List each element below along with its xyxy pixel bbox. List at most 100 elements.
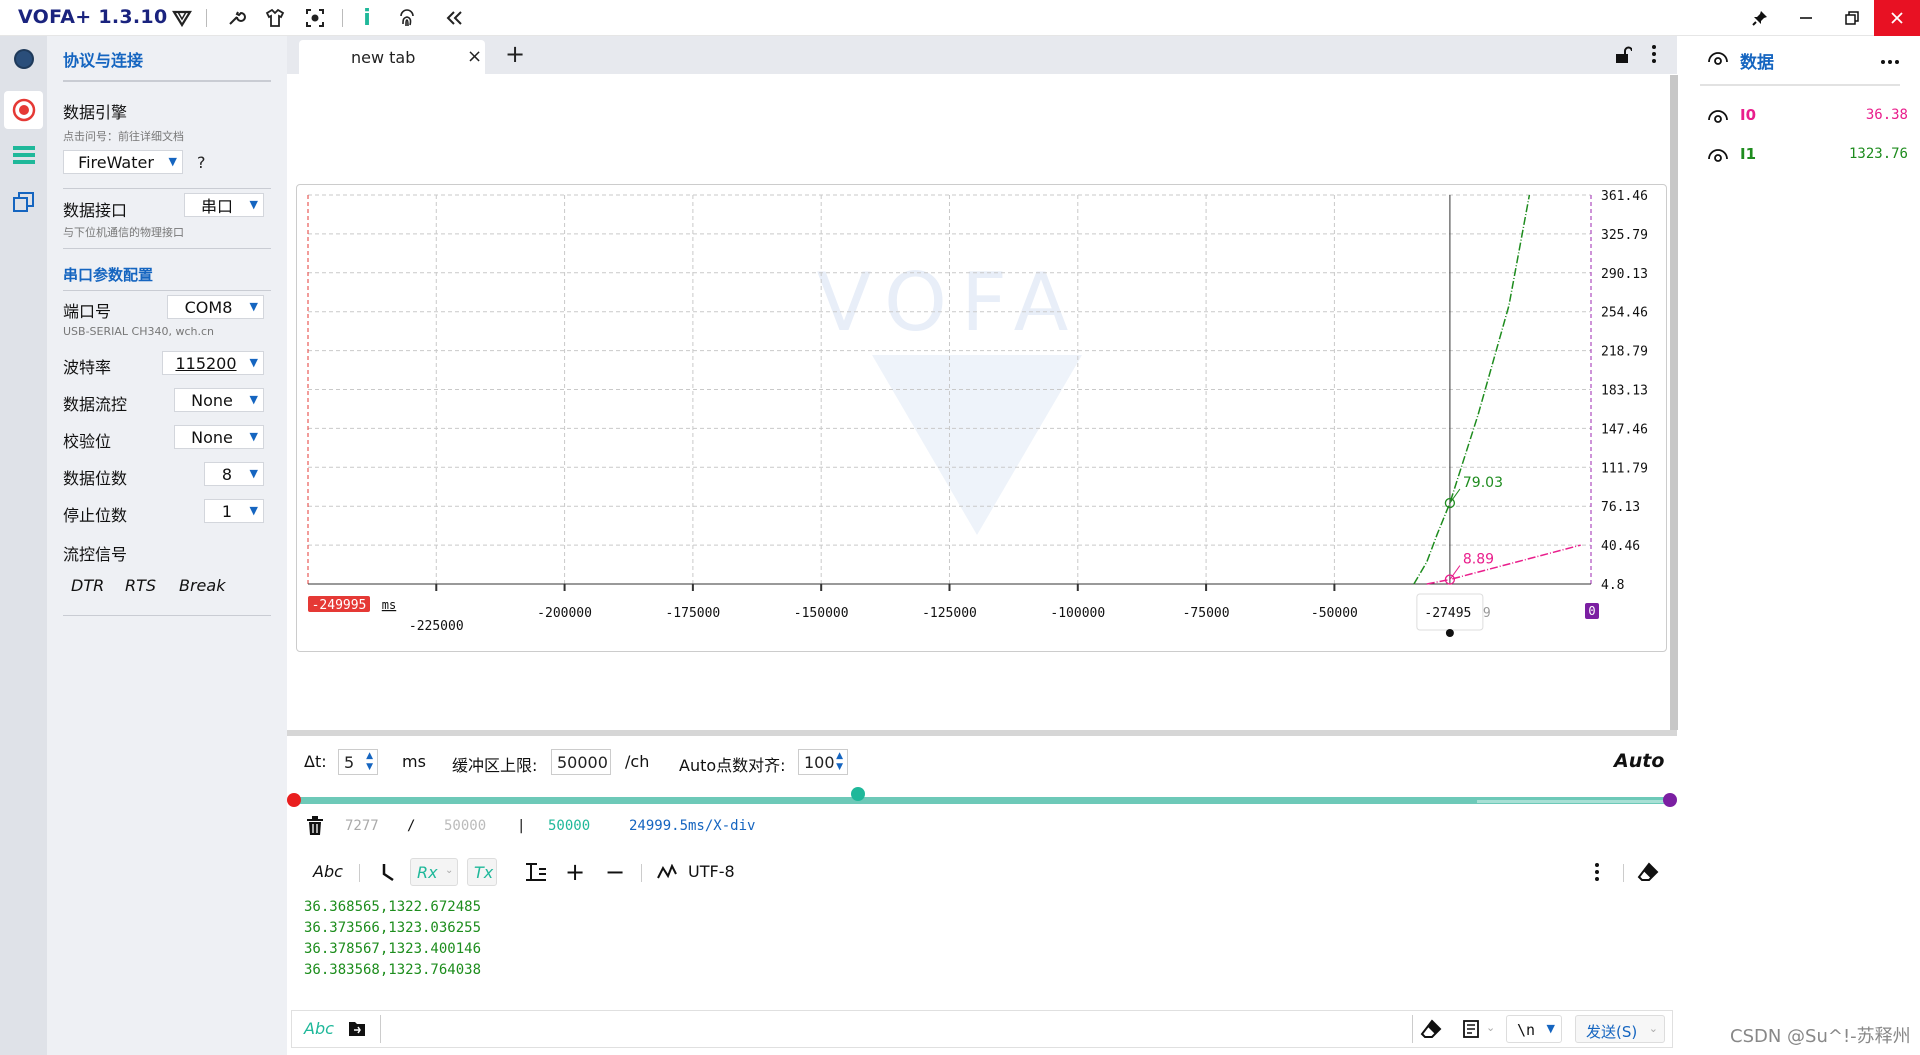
minimize-button[interactable]: [1783, 0, 1829, 36]
eye-icon[interactable]: [1708, 108, 1728, 127]
newline-dropdown[interactable]: \n ▼: [1506, 1015, 1562, 1043]
zoom-in-icon[interactable]: +: [565, 858, 585, 886]
timeline-slider[interactable]: [287, 787, 1677, 810]
x-division: 24999.5ms/X-div: [629, 818, 756, 834]
pin-icon[interactable]: [1737, 0, 1783, 36]
send-button[interactable]: 发送(S) ⌄: [1575, 1015, 1665, 1043]
more-horizontal-icon[interactable]: [1880, 50, 1900, 69]
buffer-size: 50000: [548, 818, 591, 834]
capture-icon[interactable]: [303, 6, 327, 30]
tab-close-icon[interactable]: ×: [467, 46, 482, 67]
file-icon[interactable]: [348, 1019, 366, 1041]
chevron-down-icon: ⌄: [1648, 1022, 1658, 1035]
y-tick-label: 4.8: [1601, 578, 1624, 593]
tx-bar: Abc ⌄ \n ▼ 发送(S) ⌄: [291, 1010, 1673, 1048]
channel-row-i1[interactable]: I1 1323.76: [1708, 143, 1908, 167]
dt-spinner[interactable]: 5 ▲ ▼: [338, 749, 378, 775]
auto-mode-button[interactable]: Auto: [1614, 750, 1664, 772]
port-hint: USB-SERIAL CH340, wch.cn: [63, 325, 214, 338]
port-dropdown[interactable]: COM8 ▼: [167, 295, 264, 319]
send-label: 发送(S): [1586, 1023, 1638, 1041]
rx-line: 36.373566,1323.036255: [304, 920, 482, 936]
dt-unit: ms: [402, 752, 426, 771]
encoding-selector[interactable]: UTF-8: [688, 862, 735, 881]
waveform-chart[interactable]: VOFA-225000-200000 -175000 -150000 -125000-…: [297, 185, 1668, 653]
stats-sep: /: [407, 818, 416, 834]
timeline-end-handle[interactable]: [1663, 793, 1677, 807]
databits-dropdown[interactable]: 8 ▼: [204, 462, 264, 486]
y-tick-label: 254.46: [1601, 306, 1648, 321]
rx-toggle[interactable]: Rx ⌄: [410, 858, 458, 886]
stats-bar: 7277 / 50000 | 50000 24999.5ms/X-div: [287, 812, 1677, 842]
toolbar-separator: [206, 9, 207, 27]
shirt-icon[interactable]: [263, 6, 287, 30]
vertical-scrollbar[interactable]: [1670, 75, 1678, 730]
y-tick-label: 76.13: [1601, 500, 1640, 515]
wrench-icon[interactable]: [224, 6, 248, 30]
auto-align-spinner[interactable]: 100 ▲ ▼: [798, 749, 848, 775]
dtr-toggle[interactable]: DTR: [71, 576, 104, 595]
port-value: COM8: [184, 297, 233, 317]
eye-icon[interactable]: [1708, 50, 1728, 69]
plot-area[interactable]: VOFA -225000 -200000 -175000 -150000 -125000-…: [296, 184, 1667, 652]
rx-label: Rx: [417, 863, 438, 882]
unlock-icon[interactable]: [1614, 46, 1633, 68]
help-button[interactable]: ?: [197, 153, 206, 172]
text-mode-button[interactable]: Abc: [313, 862, 343, 881]
chevron-down-icon: ▼: [249, 467, 258, 480]
spinner-arrows-icon[interactable]: ▲ ▼: [366, 751, 373, 773]
chevron-down-icon[interactable]: ⌄: [1486, 1021, 1495, 1034]
toolbar-separator: [380, 1015, 381, 1043]
list-icon[interactable]: [8, 139, 39, 170]
tx-toggle[interactable]: Tx: [467, 858, 497, 886]
timeline-position-handle[interactable]: [851, 787, 865, 801]
break-toggle[interactable]: Break: [179, 576, 225, 595]
rx-data-log[interactable]: 36.368565,1322.672485 36.373566,1323.036…: [304, 897, 481, 981]
zoom-out-icon[interactable]: −: [605, 858, 625, 886]
windows-icon[interactable]: [8, 186, 39, 217]
baud-dropdown[interactable]: 115200 ▼: [162, 351, 264, 375]
close-button[interactable]: [1874, 0, 1920, 36]
history-icon[interactable]: [1462, 1019, 1480, 1043]
stopbits-dropdown[interactable]: 1 ▼: [204, 499, 264, 523]
connect-status-icon[interactable]: [8, 43, 39, 74]
more-vertical-icon[interactable]: [1651, 44, 1657, 68]
trash-icon[interactable]: [306, 816, 324, 840]
parity-value: None: [191, 427, 233, 447]
text-format-icon[interactable]: [525, 862, 547, 886]
cursor-label: -27495: [1424, 606, 1471, 621]
stopbits-value: 1: [221, 501, 233, 521]
add-tab-icon[interactable]: +: [505, 40, 525, 68]
buffer-input[interactable]: 50000: [551, 749, 611, 775]
parity-dropdown[interactable]: None ▼: [174, 425, 264, 449]
restore-button[interactable]: [1829, 0, 1875, 36]
horizontal-scrollbar[interactable]: [287, 730, 1677, 736]
tab-new[interactable]: new tab ×: [299, 40, 485, 74]
eye-icon[interactable]: [1708, 147, 1728, 166]
channel-row-i0[interactable]: I0 36.38: [1708, 104, 1908, 128]
engine-dropdown[interactable]: FireWater ▼: [63, 150, 183, 174]
interface-dropdown[interactable]: 串口 ▼: [184, 193, 264, 217]
fingerprint-icon[interactable]: [395, 6, 419, 30]
tx-text-mode-button[interactable]: Abc: [304, 1019, 334, 1038]
dt-value: 5: [344, 752, 355, 772]
y-tick-label: 147.46: [1601, 422, 1648, 437]
eraser-icon[interactable]: [1420, 1019, 1442, 1043]
cursor-icon[interactable]: [381, 862, 395, 886]
rts-toggle[interactable]: RTS: [125, 576, 156, 595]
flow-control-dropdown[interactable]: None ▼: [174, 388, 264, 412]
vofa-logo-icon[interactable]: [170, 6, 194, 30]
record-icon[interactable]: [4, 91, 43, 129]
timeline-start-handle[interactable]: [287, 793, 301, 807]
x-tick-label: -225000: [409, 619, 464, 634]
eraser-icon[interactable]: [1637, 862, 1659, 886]
chevron-down-icon: ▼: [168, 155, 177, 168]
more-vertical-icon[interactable]: [1594, 862, 1600, 886]
baud-label: 波特率: [63, 358, 112, 377]
collapse-icon[interactable]: [443, 6, 467, 30]
serial-config-title: 串口参数配置: [63, 266, 154, 284]
info-icon[interactable]: i: [355, 6, 379, 31]
divider: [63, 248, 271, 249]
waveform-icon[interactable]: [657, 863, 677, 884]
spinner-arrows-icon[interactable]: ▲ ▼: [836, 751, 843, 773]
